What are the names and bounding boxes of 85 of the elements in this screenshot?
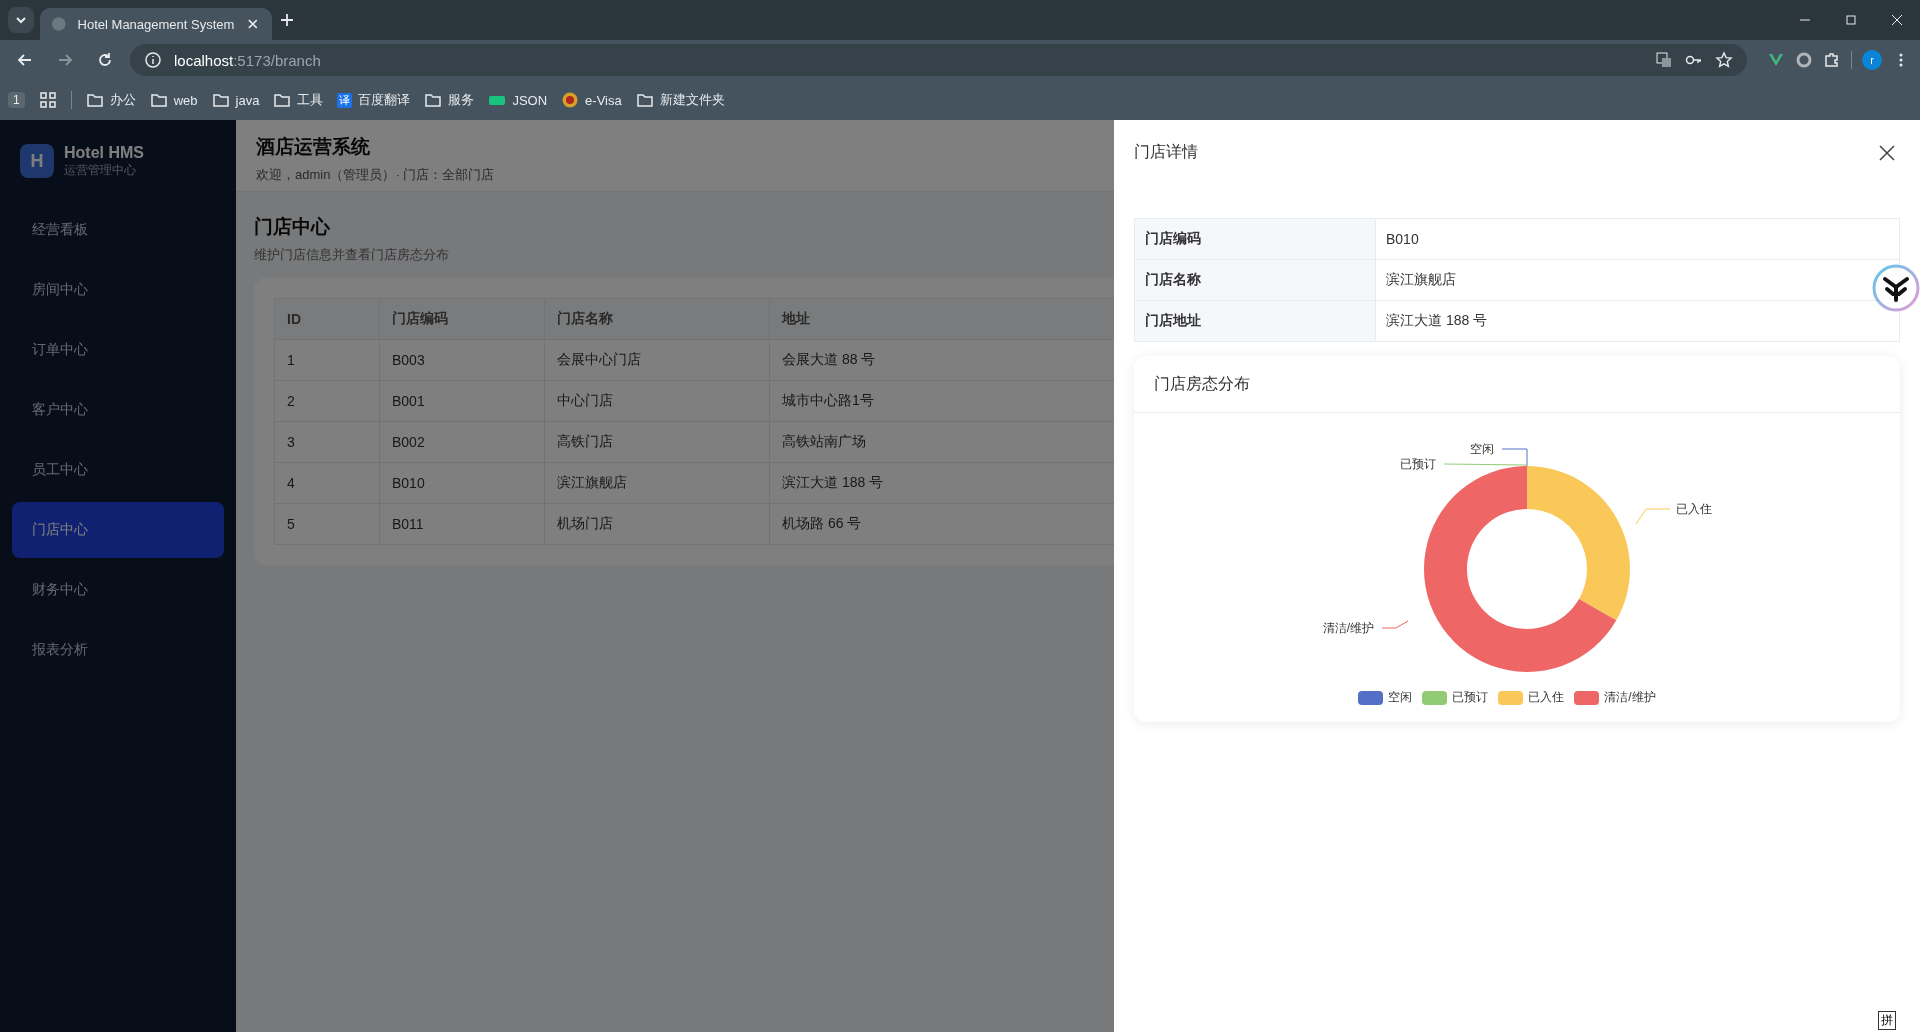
folder-icon <box>424 91 443 109</box>
legend-label[interactable]: 清洁/维护 <box>1604 689 1656 706</box>
bookmark-link[interactable]: 服务 <box>448 91 475 109</box>
column-header: 门店编码 <box>379 298 545 340</box>
detail-label: 门店地址 <box>1134 300 1376 342</box>
welcome-text: 欢迎，admin（管理员）· 门店：全部门店 <box>256 166 495 184</box>
sidebar-item[interactable]: 客户中心 <box>12 382 224 438</box>
sidebar-item[interactable]: 订单中心 <box>12 322 224 378</box>
slice-label: 已入住 <box>1676 502 1712 516</box>
bookmark-link[interactable]: 新建文件夹 <box>659 91 725 109</box>
address-bar[interactable]: localhost:5173/branch <box>130 44 1747 76</box>
folder-icon <box>85 91 104 109</box>
ring-icon[interactable] <box>1795 51 1813 69</box>
tab-search-button[interactable] <box>8 7 34 33</box>
table-cell: 中心门店 <box>544 380 770 422</box>
slice-label: 空闲 <box>1470 442 1494 456</box>
slice-label: 清洁/维护 <box>1322 621 1374 635</box>
page-subtitle: 维护门店信息并查看门店房态分布 <box>254 246 449 264</box>
legend-swatch[interactable] <box>1498 690 1524 705</box>
table-cell: B001 <box>379 380 545 422</box>
apps-grid-icon[interactable] <box>38 91 57 109</box>
folder-icon <box>273 91 292 109</box>
table-cell: 2 <box>274 380 380 422</box>
drawer-title: 门店详情 <box>1134 142 1199 162</box>
table-cell: 1 <box>274 339 380 381</box>
leader-line <box>1635 508 1671 525</box>
table-cell: 高铁门店 <box>544 421 770 463</box>
table-cell: 机场门店 <box>544 503 770 545</box>
detail-label: 门店编码 <box>1134 218 1376 260</box>
emblem-icon <box>561 91 580 109</box>
table-cell: 4 <box>274 462 380 504</box>
legend-swatch[interactable] <box>1358 690 1384 705</box>
table-cell: B003 <box>379 339 545 381</box>
bookmark-link[interactable]: JSON <box>512 92 548 108</box>
sidebar-item[interactable]: 门店中心 <box>12 502 224 558</box>
puzzle-icon[interactable] <box>1823 51 1841 69</box>
bookmark-link[interactable]: web <box>173 92 198 108</box>
table-cell: B002 <box>379 421 545 463</box>
logo-badge: H <box>20 144 54 178</box>
legend-swatch[interactable] <box>1422 690 1448 705</box>
leader-line <box>1381 620 1409 629</box>
sidebar-item[interactable]: 财务中心 <box>12 562 224 618</box>
detail-label: 门店名称 <box>1134 259 1376 301</box>
bookmark-link[interactable]: java <box>235 92 260 108</box>
table-cell: B011 <box>379 503 545 545</box>
legend-label[interactable]: 已预订 <box>1452 689 1489 706</box>
sidebar-item[interactable]: 经营看板 <box>12 202 224 258</box>
app-title: 酒店运营系统 <box>256 135 370 159</box>
tab-group-chip[interactable]: 1 <box>8 92 25 108</box>
info-icon[interactable] <box>144 51 162 69</box>
table-cell: 3 <box>274 421 380 463</box>
brand-name: Hotel HMS <box>64 143 144 162</box>
bookmark-link[interactable]: e-Visa <box>585 92 622 108</box>
table-cell: B010 <box>379 462 545 504</box>
bookmark-link[interactable]: 百度翻译 <box>358 91 411 109</box>
column-header: 门店名称 <box>544 298 770 340</box>
folder-icon <box>149 91 168 109</box>
reload-icon[interactable] <box>96 51 114 69</box>
brand-subtitle: 运营管理中心 <box>64 161 137 179</box>
chart-title: 门店房态分布 <box>1134 356 1900 413</box>
table-cell: 会展中心门店 <box>544 339 770 381</box>
profile-avatar[interactable]: r <box>1862 50 1882 70</box>
table-cell: 滨江旗舰店 <box>544 462 770 504</box>
folder-icon <box>211 91 230 109</box>
legend-label[interactable]: 空闲 <box>1388 689 1413 706</box>
star-icon[interactable] <box>1715 51 1733 69</box>
table-cell: 5 <box>274 503 380 545</box>
close-icon[interactable] <box>1878 144 1896 162</box>
assistant-button[interactable] <box>1872 264 1920 312</box>
legend-label[interactable]: 已入住 <box>1528 689 1565 706</box>
new-tab-icon[interactable] <box>278 11 296 29</box>
sidebar-item[interactable]: 员工中心 <box>12 442 224 498</box>
bookmark-link[interactable]: 工具 <box>297 91 324 109</box>
translate-icon: 译 <box>337 92 353 108</box>
sidebar-item[interactable]: 房间中心 <box>12 262 224 318</box>
column-header: ID <box>274 298 380 340</box>
folder-icon <box>635 91 654 109</box>
translate-icon[interactable] <box>1655 51 1673 69</box>
page-title: 门店中心 <box>254 215 330 239</box>
detail-value: B010 <box>1375 218 1900 260</box>
ime-indicator[interactable]: 拼 <box>1878 1011 1896 1030</box>
sidebar-item[interactable]: 报表分析 <box>12 622 224 678</box>
legend-swatch[interactable] <box>1574 690 1600 705</box>
bookmark-link[interactable]: 办公 <box>109 91 136 109</box>
browser-tab[interactable]: Hotel Management System <box>40 8 272 40</box>
